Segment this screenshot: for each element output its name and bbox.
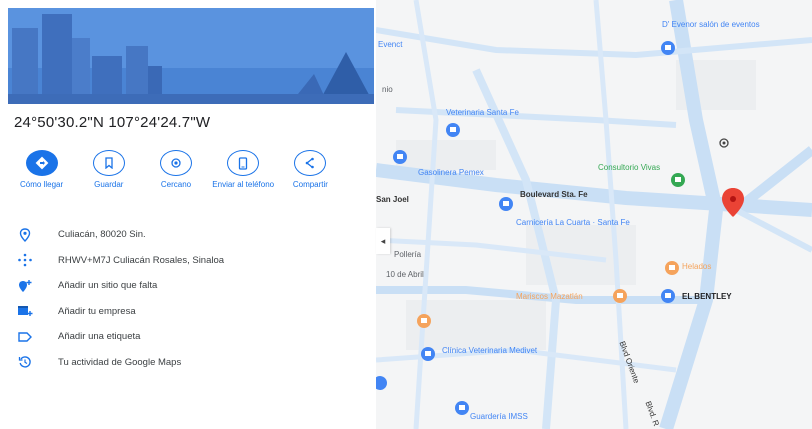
- poi-marker[interactable]: [455, 401, 469, 415]
- directions-icon: [25, 150, 58, 176]
- add-business-row[interactable]: Añadir tu empresa: [14, 299, 224, 325]
- label-icon: [14, 329, 36, 345]
- map-label: nio: [382, 85, 393, 94]
- poi-marker[interactable]: [661, 289, 675, 303]
- send-to-phone-label: Enviar al teléfono: [212, 180, 275, 189]
- map-label: Helados: [682, 262, 712, 271]
- action-bar: Cómo llegar Guardar Cercano Enviar al te…: [8, 150, 344, 189]
- share-label: Compartir: [292, 180, 328, 189]
- poi-marker[interactable]: [446, 123, 460, 137]
- share-button[interactable]: Compartir: [277, 150, 344, 189]
- plus-code-icon: [14, 252, 36, 268]
- map-label: D' Evenor salón de eventos: [662, 20, 760, 29]
- map-label: Boulevard Sta. Fe: [520, 190, 588, 199]
- poi-marker[interactable]: [665, 261, 679, 275]
- bookmark-icon: [92, 150, 125, 176]
- map-label: Gasolinera Pemex: [418, 168, 484, 177]
- address-row[interactable]: Culiacán, 80020 Sin.: [14, 222, 224, 248]
- add-place-icon: [14, 278, 36, 294]
- poi-marker[interactable]: [613, 289, 627, 303]
- plus-code-text: RHWV+M7J Culiacán Rosales, Sinaloa: [58, 254, 225, 266]
- send-to-phone-button[interactable]: Enviar al teléfono: [210, 150, 277, 189]
- activity-row[interactable]: Tu actividad de Google Maps: [14, 350, 224, 376]
- send-to-phone-icon: [227, 150, 260, 176]
- map-label: Guardería IMSS: [470, 412, 528, 421]
- map-label: Clínica Veterinaria Medivet: [442, 346, 538, 355]
- history-icon: [14, 354, 36, 370]
- details-list: Culiacán, 80020 Sin. RHWV+M7J Culiacán R…: [14, 222, 224, 375]
- poi-marker[interactable]: [393, 150, 407, 164]
- save-label: Guardar: [94, 180, 124, 189]
- map-label: Mariscos Mazatlán: [516, 292, 583, 301]
- collapse-panel-button[interactable]: ◂: [376, 228, 390, 254]
- map-label: 10 de Abril: [386, 270, 424, 279]
- map-label: Evenct: [378, 40, 403, 49]
- nearby-button[interactable]: Cercano: [142, 150, 209, 189]
- location-pin-icon: [14, 227, 36, 243]
- add-business-icon: [14, 303, 36, 319]
- add-place-row[interactable]: Añadir un sitio que falta: [14, 273, 224, 299]
- place-photo[interactable]: [8, 8, 374, 104]
- poi-marker[interactable]: [661, 41, 675, 55]
- poi-marker[interactable]: [499, 197, 513, 211]
- map-label: Veterinaria Santa Fe: [446, 108, 519, 117]
- directions-label: Cómo llegar: [20, 180, 64, 189]
- map-label: EL BENTLEY: [682, 292, 732, 301]
- map-label: Carnicería La Cuarta · Santa Fe: [516, 218, 630, 227]
- save-button[interactable]: Guardar: [75, 150, 142, 189]
- map-label: Pollería: [394, 250, 422, 259]
- add-label-text: Añadir una etiqueta: [58, 331, 141, 343]
- plus-code-row[interactable]: RHWV+M7J Culiacán Rosales, Sinaloa: [14, 248, 224, 274]
- poi-marker[interactable]: [671, 173, 685, 187]
- share-icon: [294, 150, 327, 176]
- add-place-text: Añadir un sitio que falta: [58, 280, 158, 292]
- map-label: Consultorio Vivas: [598, 163, 661, 172]
- nearby-icon: [160, 150, 192, 176]
- map-canvas[interactable]: D' Evenor salón de eventos Evenct nio Ve…: [376, 0, 812, 429]
- map-label: San Joel: [376, 195, 409, 204]
- add-business-text: Añadir tu empresa: [58, 305, 136, 317]
- address-text: Culiacán, 80020 Sin.: [58, 229, 146, 241]
- map-roads: [376, 0, 812, 429]
- add-label-row[interactable]: Añadir una etiqueta: [14, 324, 224, 350]
- collapse-arrow-icon: ◂: [380, 235, 386, 246]
- nearby-label: Cercano: [160, 180, 192, 189]
- poi-marker[interactable]: [421, 347, 435, 361]
- place-panel: 24°50'30.2"N 107°24'24.7"W Cómo llegar G…: [0, 0, 376, 429]
- coordinates-title: 24°50'30.2"N 107°24'24.7"W: [14, 114, 211, 131]
- poi-marker[interactable]: [417, 314, 431, 328]
- activity-text: Tu actividad de Google Maps: [58, 356, 182, 368]
- directions-button[interactable]: Cómo llegar: [8, 150, 75, 189]
